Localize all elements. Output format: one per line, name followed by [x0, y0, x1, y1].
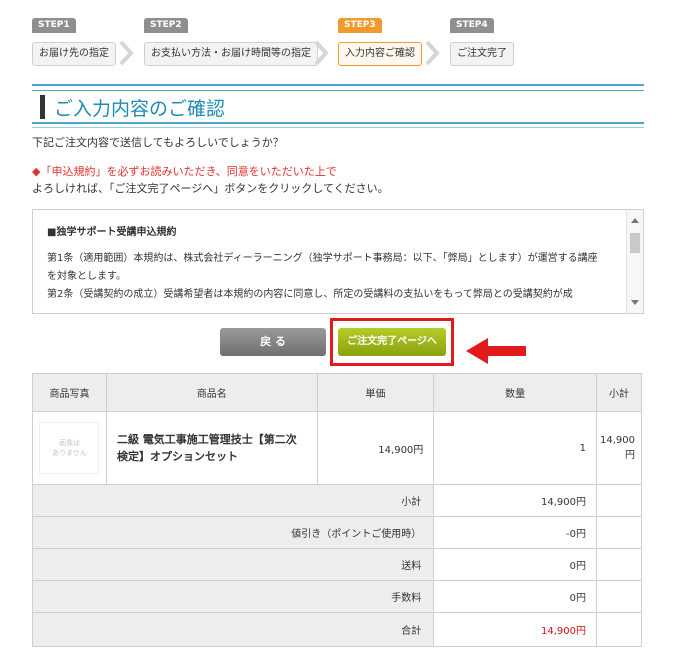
- summary-row: 手数料 0円: [31, 580, 643, 613]
- column-header: 商品名: [105, 373, 318, 412]
- summary-value: -0円: [433, 516, 597, 549]
- product-name: 二級 電気工事施工管理技士【第二次検定】オプションセット: [105, 411, 318, 485]
- no-image-placeholder: 画像は ありません: [39, 422, 100, 474]
- step-badge: STEP4: [450, 18, 494, 33]
- terms-line: 第2条（受講契約の成立）受講希望者は本規約の内容に同意し、所定の受講料の支払いを…: [47, 289, 573, 300]
- quantity: 1: [433, 411, 597, 485]
- order-complete-button[interactable]: ご注文完了ページへ: [338, 328, 446, 356]
- summary-value: 0円: [433, 548, 597, 581]
- scroll-thumb[interactable]: [630, 233, 640, 253]
- summary-label: 手数料: [31, 580, 435, 613]
- back-button[interactable]: 戻 る: [220, 328, 326, 356]
- terms-line: を対象とします。: [47, 271, 126, 282]
- step-label: 入力内容ご確認: [338, 42, 422, 66]
- title-underline: [32, 122, 644, 128]
- line-subtotal: 14,900円: [595, 411, 643, 485]
- instruction-text: よろしければ、「ご注文完了ページへ」ボタンをクリックしてください。: [32, 182, 389, 195]
- step-label: ご注文完了: [450, 42, 514, 66]
- title-marker: [40, 95, 45, 119]
- red-arrow-icon: [466, 338, 526, 364]
- divider: [32, 84, 644, 91]
- page-title: ご入力内容のご確認: [54, 98, 226, 120]
- terms-scrollbar[interactable]: [626, 210, 643, 313]
- step-label: お届け先の指定: [32, 42, 116, 66]
- column-header: 単価: [316, 373, 435, 412]
- summary-row: 値引き（ポイントご使用時） -0円: [31, 516, 643, 549]
- step-label: お支払い方法・お届け時間等の指定: [144, 42, 318, 66]
- cart-table: 商品写真 商品名 単価 数量 小計 画像は ありません 二級 電気工事施工管理技…: [31, 373, 643, 647]
- total-value: 14,900円: [433, 612, 597, 647]
- summary-label: 送料: [31, 548, 435, 581]
- summary-row: 合計 14,900円: [31, 612, 643, 647]
- step-arrow-icon: [425, 40, 440, 66]
- summary-row: 小計 14,900円: [31, 484, 643, 517]
- no-image-text: 画像は ありません: [52, 439, 87, 457]
- terms-notice: ◆「申込規約」を必ずお読みいただき、同意をいただいた上で: [32, 165, 337, 178]
- summary-label: 小計: [31, 484, 435, 517]
- step-arrow-icon: [314, 40, 329, 66]
- step-badge: STEP2: [144, 18, 188, 33]
- step-arrow-icon: [119, 40, 134, 66]
- summary-row: 送料 0円: [31, 548, 643, 581]
- column-header: 商品写真: [32, 373, 107, 412]
- terms-line: 第1条（適用範囲）本規約は、株式会社ディーラーニング（独学サポート事務局：以下、…: [47, 253, 598, 264]
- terms-box[interactable]: ■独学サポート受講申込規約 第1条（適用範囲）本規約は、株式会社ディーラーニング…: [32, 209, 644, 314]
- scroll-up-icon[interactable]: [631, 218, 639, 223]
- table-header-row: 商品写真 商品名 単価 数量 小計: [32, 373, 643, 412]
- step-badge: STEP3: [338, 18, 382, 33]
- summary-label: 合計: [31, 612, 435, 647]
- unit-price: 14,900円: [316, 411, 435, 485]
- intro-text: 下記ご注文内容で送信してもよろしいでしょうか？: [32, 136, 284, 149]
- scroll-down-icon[interactable]: [631, 300, 639, 305]
- terms-heading: ■独学サポート受講申込規約: [47, 227, 177, 238]
- table-row: 画像は ありません 二級 電気工事施工管理技士【第二次検定】オプションセット 1…: [32, 411, 643, 485]
- product-photo-cell: 画像は ありません: [32, 411, 107, 485]
- summary-value: 0円: [433, 580, 597, 613]
- column-header: 小計: [595, 373, 643, 412]
- step-badge: STEP1: [32, 18, 76, 33]
- summary-value: 14,900円: [433, 484, 597, 517]
- column-header: 数量: [433, 373, 597, 412]
- summary-label: 値引き（ポイントご使用時）: [31, 516, 435, 549]
